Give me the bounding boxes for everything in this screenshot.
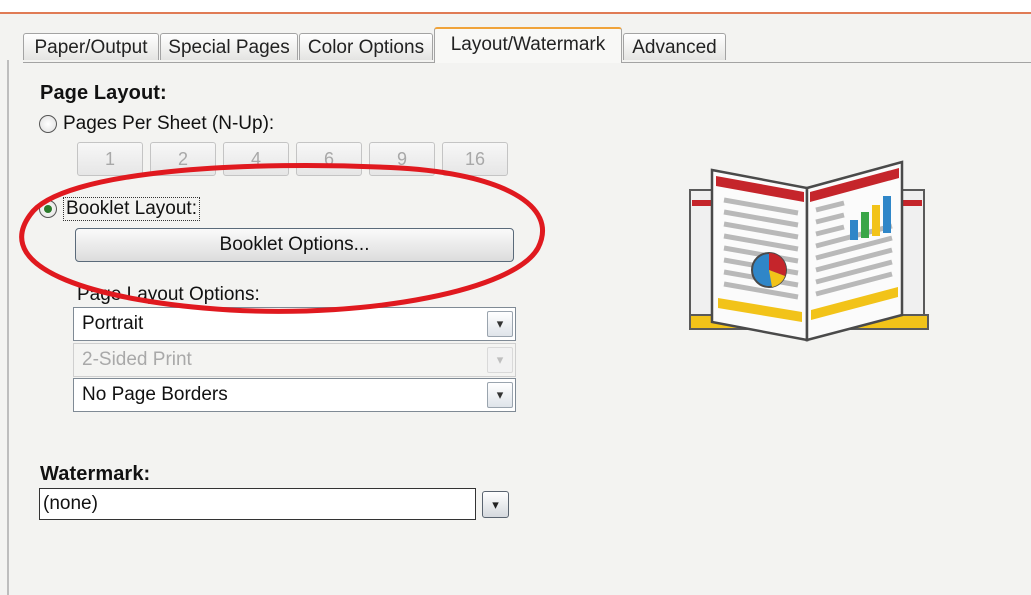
nup-9-button[interactable]: 9 [369,142,435,176]
tab-layout-watermark[interactable]: Layout/Watermark [434,27,622,63]
nup-16-button[interactable]: 16 [442,142,508,176]
tab-color-options[interactable]: Color Options [299,33,433,60]
chevron-down-icon: ▾ [487,347,513,373]
page-borders-select[interactable]: No Page Borders ▾ [73,378,516,412]
orientation-select[interactable]: Portrait ▾ [73,307,516,341]
window-left-edge [7,60,9,595]
page-borders-value: No Page Borders [82,384,228,405]
pages-per-sheet-option[interactable]: Pages Per Sheet (N-Up): [39,113,274,135]
chevron-down-icon[interactable]: ▾ [487,382,513,408]
booklet-options-button[interactable]: Booklet Options... [75,228,514,262]
nup-2-button[interactable]: 2 [150,142,216,176]
sided-print-value: 2-Sided Print [82,349,192,370]
tab-paper-output[interactable]: Paper/Output [23,33,159,60]
watermark-value: (none) [43,493,98,514]
tab-special-pages[interactable]: Special Pages [160,33,298,60]
nup-button-row: 1 2 4 6 9 16 [77,142,508,176]
pages-per-sheet-radio[interactable] [39,115,57,133]
watermark-heading: Watermark: [40,463,151,485]
tab-advanced[interactable]: Advanced [623,33,726,60]
sided-print-select: 2-Sided Print ▾ [73,343,516,377]
nup-1-button[interactable]: 1 [77,142,143,176]
booklet-icon [689,160,929,342]
page-layout-options-label: Page Layout Options: [77,284,260,305]
nup-6-button[interactable]: 6 [296,142,362,176]
orientation-value: Portrait [82,313,144,334]
watermark-dropdown-button[interactable]: ▾ [482,491,509,518]
booklet-layout-label: Booklet Layout: [63,197,200,221]
pages-per-sheet-label: Pages Per Sheet (N-Up): [63,113,275,134]
booklet-layout-radio[interactable] [39,200,57,218]
page-layout-heading: Page Layout: [40,82,167,104]
window-top-edge [0,0,1031,14]
watermark-select[interactable]: (none) [39,488,476,520]
chevron-down-icon[interactable]: ▾ [487,311,513,337]
booklet-layout-option[interactable]: Booklet Layout: [39,197,200,221]
chevron-down-icon: ▾ [492,496,499,512]
nup-4-button[interactable]: 4 [223,142,289,176]
